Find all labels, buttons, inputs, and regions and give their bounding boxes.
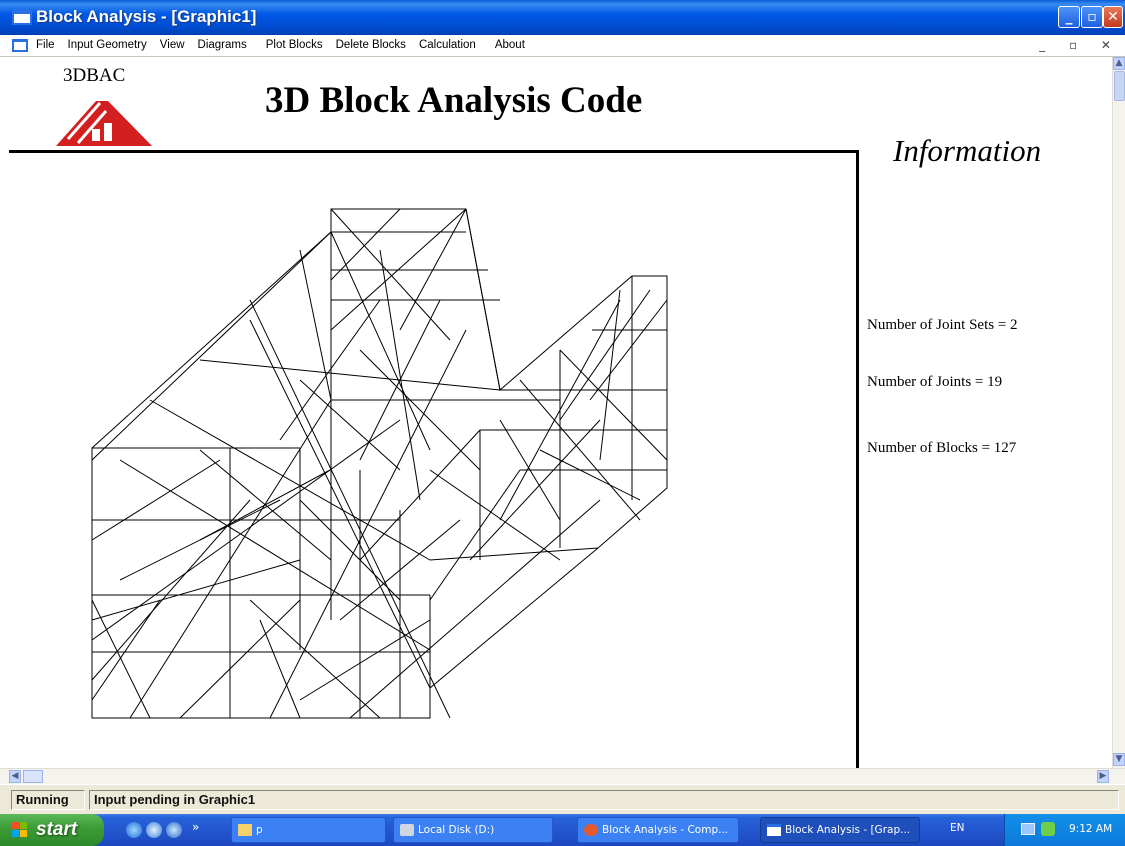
title-bar[interactable]: Block Analysis - [Graphic1] _ ▫ ✕	[0, 0, 1125, 35]
mesh-edge	[119, 499, 281, 581]
mesh-edge	[299, 619, 431, 701]
task-block-analysis-comp[interactable]: Block Analysis - Comp...	[577, 817, 739, 843]
start-label: start	[36, 819, 78, 840]
task-label: Block Analysis - Comp...	[602, 824, 729, 836]
mesh-edge	[359, 429, 481, 561]
taskbar: start » p Local Disk (D:) Block Analysis…	[0, 814, 1125, 846]
clock[interactable]: 9:12 AM	[1069, 823, 1112, 835]
mesh-edge	[429, 547, 599, 561]
menu-input-geometry[interactable]: Input Geometry	[68, 39, 147, 51]
task-label: Local Disk (D:)	[418, 824, 495, 836]
mesh-edge	[429, 469, 521, 601]
task-block-analysis-graphic[interactable]: Block Analysis - [Grap...	[760, 817, 920, 843]
mesh-edge	[330, 208, 451, 341]
menu-items: File Input Geometry View Diagrams Plot B…	[36, 39, 525, 51]
mesh-edge	[91, 459, 221, 541]
status-running: Running	[11, 790, 85, 810]
window-icon	[767, 824, 781, 836]
mesh-edge	[199, 469, 331, 541]
block-mesh-plot[interactable]	[0, 57, 856, 768]
start-button[interactable]: start	[0, 814, 104, 846]
maximize-button[interactable]: ▫	[1081, 6, 1103, 28]
quick-launch-more[interactable]: »	[192, 820, 199, 834]
scroll-left-icon[interactable]: ◀	[9, 770, 21, 783]
network-icon[interactable]	[1021, 823, 1035, 835]
mesh-edge	[559, 349, 668, 461]
mesh-edge	[149, 399, 431, 561]
information-heading: Information	[893, 133, 1042, 168]
mesh-edge	[299, 249, 332, 401]
mesh-edge	[359, 299, 441, 461]
graphic-window: 3DBAC 3D Block Analysis Code Information…	[0, 57, 1112, 768]
mesh-edge	[469, 419, 601, 561]
task-label: Block Analysis - [Grap...	[785, 824, 911, 836]
mesh-edge	[559, 289, 651, 421]
mesh-edge	[91, 231, 332, 461]
mesh-edge	[91, 599, 161, 701]
system-tray: 9:12 AM	[1004, 814, 1125, 846]
task-local-disk[interactable]: Local Disk (D:)	[393, 817, 553, 843]
task-folder-p[interactable]: p	[231, 817, 386, 843]
vertical-scroll-thumb[interactable]	[1114, 71, 1125, 101]
windows-flag-icon	[12, 822, 28, 838]
close-button[interactable]: ✕	[1103, 6, 1123, 28]
document-icon[interactable]	[12, 39, 28, 52]
media-player-icon[interactable]	[146, 822, 162, 838]
joints-count: Number of Joints = 19	[867, 374, 1003, 390]
vertical-scrollbar[interactable]: ▲ ▼	[1112, 57, 1125, 768]
folder-icon	[238, 824, 252, 836]
mesh-edge	[249, 299, 451, 719]
menu-plot-blocks[interactable]: Plot Blocks	[266, 39, 323, 51]
task-label: p	[256, 824, 263, 836]
disk-icon	[400, 824, 414, 836]
language-indicator[interactable]: EN	[950, 822, 965, 834]
scroll-up-icon[interactable]: ▲	[1113, 57, 1125, 70]
mesh-edge	[379, 249, 421, 501]
block-mesh-lines	[91, 208, 668, 719]
mesh-edge	[589, 299, 668, 401]
menu-calculation[interactable]: Calculation	[419, 39, 476, 51]
mesh-edge	[179, 599, 301, 719]
mesh-edge	[539, 449, 641, 501]
mesh-edge	[269, 329, 467, 719]
menu-bar: File Input Geometry View Diagrams Plot B…	[0, 35, 1125, 57]
divider-vertical	[856, 150, 859, 768]
mesh-edge	[259, 619, 301, 719]
mesh-edge	[299, 499, 401, 601]
scroll-down-icon[interactable]: ▼	[1113, 753, 1125, 766]
tray-app-icon[interactable]	[1041, 822, 1055, 836]
status-message: Input pending in Graphic1	[89, 790, 1119, 810]
mesh-edge	[599, 289, 621, 461]
mesh-edge	[359, 349, 481, 471]
app-icon	[584, 824, 598, 836]
mesh-edge	[91, 559, 301, 621]
window-title: Block Analysis - [Graphic1]	[36, 7, 257, 26]
mesh-edge	[349, 499, 601, 719]
menu-about[interactable]: About	[495, 39, 525, 51]
mesh-edge	[249, 319, 431, 689]
scroll-right-icon[interactable]: ▶	[1097, 770, 1109, 783]
minimize-button[interactable]: _	[1058, 6, 1080, 28]
horizontal-scroll-thumb[interactable]	[23, 770, 43, 783]
joint-sets-count: Number of Joint Sets = 2	[867, 317, 1018, 333]
quick-launch-icon[interactable]	[166, 822, 182, 838]
status-bar: Running Input pending in Graphic1	[0, 784, 1125, 814]
menu-diagrams[interactable]: Diagrams	[198, 39, 247, 51]
horizontal-scrollbar[interactable]: ◀ ▶	[0, 768, 1125, 784]
menu-delete-blocks[interactable]: Delete Blocks	[336, 39, 406, 51]
mdi-window-controls[interactable]: _ ▫ ✕	[1039, 38, 1121, 52]
mesh-edge	[330, 208, 401, 281]
menu-view[interactable]: View	[160, 39, 185, 51]
menu-file[interactable]: File	[36, 39, 55, 51]
blocks-count: Number of Blocks = 127	[867, 440, 1017, 456]
internet-explorer-icon[interactable]	[126, 822, 142, 838]
mesh-edge	[199, 359, 501, 391]
app-window-icon[interactable]	[12, 10, 32, 25]
